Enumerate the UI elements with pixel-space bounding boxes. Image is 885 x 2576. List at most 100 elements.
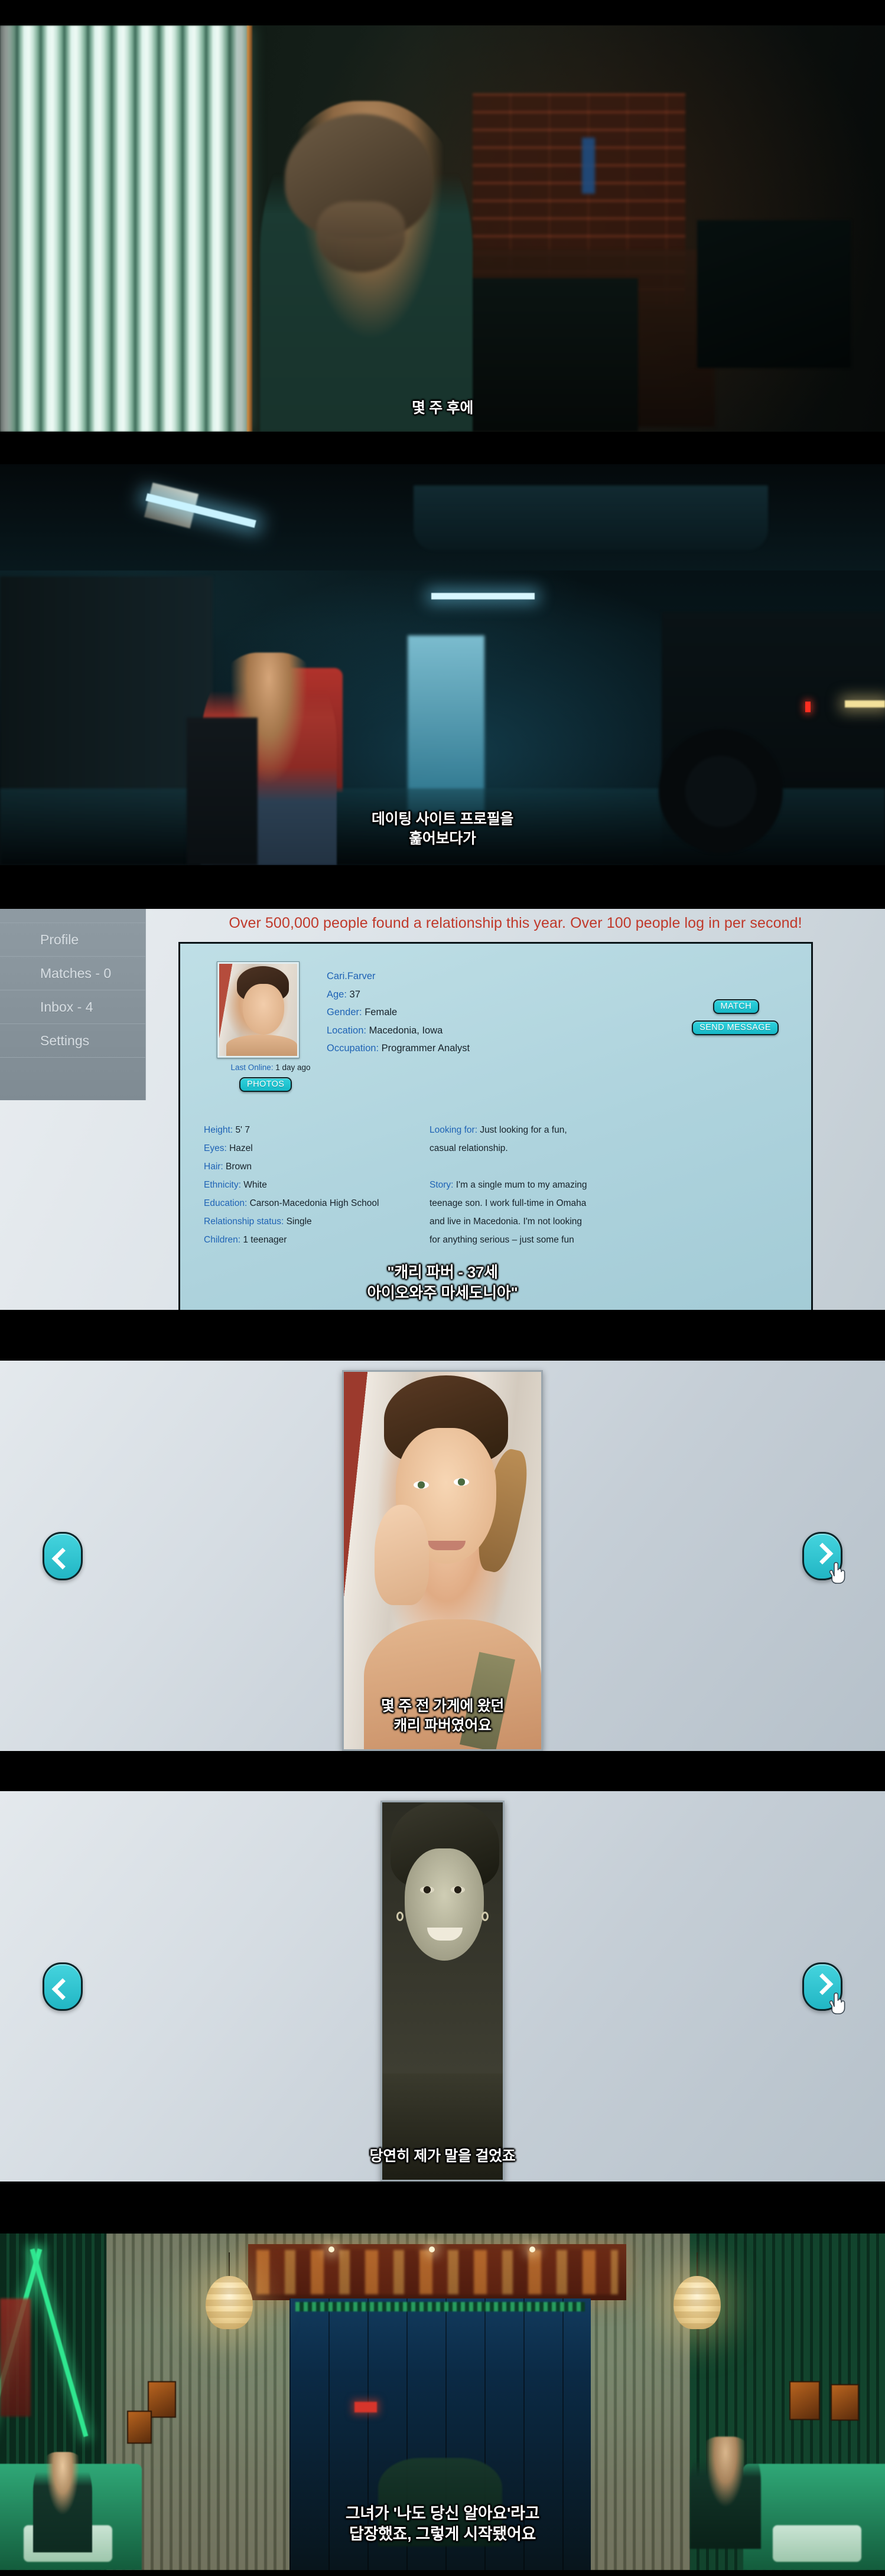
field-age-label: Age: bbox=[327, 989, 347, 1000]
fluorescent-tube-2 bbox=[431, 593, 535, 599]
previous-photo-button[interactable] bbox=[43, 1962, 83, 2011]
field-height: Height: 5' 7 bbox=[204, 1121, 430, 1139]
field-ethnicity-value: White bbox=[243, 1180, 267, 1190]
profile-card: Cari.Farver Age: 37 Gender: Female Locat… bbox=[178, 942, 813, 1310]
chair bbox=[449, 278, 638, 432]
field-children-value: 1 teenager bbox=[243, 1235, 287, 1245]
field-eyes: Eyes: Hazel bbox=[204, 1139, 430, 1157]
photos-button[interactable]: PHOTOS bbox=[239, 1077, 292, 1092]
woman-figure bbox=[33, 2452, 92, 2552]
sidebar-item-matches[interactable]: Matches - 0 bbox=[0, 957, 145, 990]
green-garland bbox=[295, 2302, 585, 2311]
viewer-photo-color[interactable] bbox=[342, 1370, 543, 1751]
letterbox-bottom bbox=[0, 865, 885, 890]
right-column-spacer bbox=[430, 1157, 760, 1176]
chevron-left-icon bbox=[51, 1978, 74, 2000]
photo-shoulder bbox=[226, 1035, 297, 1056]
dating-site-panel: Profile Matches - 0 Inbox - 4 Settings O… bbox=[0, 890, 885, 1320]
diner-scene-image bbox=[0, 2233, 885, 2570]
photo-face bbox=[405, 1848, 484, 1961]
send-message-button[interactable]: SEND MESSAGE bbox=[692, 1020, 779, 1035]
seated-couple bbox=[378, 2458, 502, 2546]
next-photo-button[interactable] bbox=[802, 1962, 845, 2014]
man-jacket bbox=[187, 718, 258, 865]
next-photo-button[interactable] bbox=[802, 1531, 845, 1584]
ceiling-spotlight-3 bbox=[529, 2246, 535, 2252]
profile-photo-frame[interactable] bbox=[217, 961, 300, 1058]
photo-viewer-stage bbox=[0, 1361, 885, 1751]
field-occupation-label: Occupation: bbox=[327, 1043, 379, 1054]
field-education-value: Carson-Macedonia High School bbox=[249, 1198, 379, 1208]
wall-picture-4 bbox=[831, 2384, 859, 2421]
table-right bbox=[773, 2525, 861, 2562]
scene-panel-garage: 데이팅 사이트 프로필을 훑어보다가 bbox=[0, 459, 885, 890]
field-height-label: Height: bbox=[204, 1125, 233, 1135]
sidebar-nav: Profile Matches - 0 Inbox - 4 Settings bbox=[0, 909, 146, 1100]
promo-banner: Over 500,000 people found a relationship… bbox=[229, 915, 802, 931]
red-wall-panel bbox=[0, 2298, 31, 2417]
photo-earring-left bbox=[396, 1912, 404, 1921]
field-relationship-status: Relationship status: Single bbox=[204, 1212, 430, 1231]
field-looking-for-label: Looking for: bbox=[430, 1125, 477, 1135]
photo-viewer-panel-bw: 당연히 제가 말을 걸었죠 bbox=[0, 1751, 885, 2182]
window-blinds bbox=[0, 25, 248, 432]
red-indicator-light bbox=[805, 702, 811, 712]
details-left-column: Height: 5' 7 Eyes: Hazel Hair: Brown Eth… bbox=[204, 1121, 430, 1249]
ceiling-spotlight-1 bbox=[328, 2246, 334, 2252]
field-occupation: Occupation: Programmer Analyst bbox=[327, 1039, 470, 1058]
viewer-photo-bw[interactable] bbox=[380, 1801, 505, 2182]
letterbox-top bbox=[0, 890, 885, 909]
pendant-lamp-right bbox=[669, 2252, 725, 2329]
letterbox-top bbox=[0, 1751, 885, 1791]
blue-object bbox=[582, 138, 595, 194]
photo-eye-right bbox=[454, 1478, 469, 1486]
sidebar-item-profile[interactable]: Profile bbox=[0, 923, 145, 957]
sidebar-item-settings[interactable]: Settings bbox=[0, 1024, 145, 1058]
photo-earring-right bbox=[481, 1912, 489, 1921]
field-location-label: Location: bbox=[327, 1025, 366, 1036]
ceiling-spotlight-2 bbox=[429, 2246, 435, 2252]
details-right-column: Looking for: Just looking for a fun, cas… bbox=[430, 1121, 760, 1249]
field-relationship-status-label: Relationship status: bbox=[204, 1217, 284, 1227]
field-story-value: I'm a single mum to my amazing bbox=[455, 1180, 587, 1190]
last-online-value: 1 day ago bbox=[275, 1063, 311, 1072]
field-hair: Hair: Brown bbox=[204, 1157, 430, 1176]
field-education-label: Education: bbox=[204, 1198, 248, 1208]
field-location-value: Macedonia, Iowa bbox=[369, 1025, 443, 1036]
field-gender-label: Gender: bbox=[327, 1007, 362, 1018]
photo-face bbox=[243, 984, 284, 1035]
field-age-value: 37 bbox=[349, 989, 360, 1000]
tire bbox=[659, 729, 783, 853]
match-button[interactable]: MATCH bbox=[712, 999, 759, 1014]
previous-photo-button[interactable] bbox=[43, 1531, 83, 1580]
field-gender-value: Female bbox=[365, 1007, 398, 1018]
scene-panel-office: 몇 주 후에 bbox=[0, 0, 885, 459]
letterbox-top bbox=[0, 2182, 885, 2233]
profile-details: Height: 5' 7 Eyes: Hazel Hair: Brown Eth… bbox=[204, 1121, 795, 1249]
office-scene-image bbox=[0, 25, 885, 432]
field-eyes-value: Hazel bbox=[229, 1143, 253, 1153]
field-relationship-status-value: Single bbox=[286, 1217, 312, 1227]
cursor-hand-icon bbox=[829, 1992, 845, 2014]
sidebar-item-inbox[interactable]: Inbox - 4 bbox=[0, 990, 145, 1024]
photo-eye-right bbox=[451, 1886, 465, 1893]
lamp-shade bbox=[206, 2276, 253, 2329]
field-height-value: 5' 7 bbox=[235, 1125, 250, 1135]
dating-site-screen: Profile Matches - 0 Inbox - 4 Settings O… bbox=[0, 909, 885, 1310]
field-eyes-label: Eyes: bbox=[204, 1143, 227, 1153]
lit-doorway bbox=[408, 635, 484, 813]
window-frame-edge bbox=[247, 25, 252, 432]
last-online: Last Online: 1 day ago bbox=[203, 1063, 339, 1072]
sidebar-top-spacer bbox=[0, 909, 145, 923]
photo-mouth bbox=[428, 1541, 466, 1550]
photo-eye-left bbox=[414, 1481, 429, 1489]
field-hair-label: Hair: bbox=[204, 1162, 223, 1172]
man-figure-right bbox=[690, 2437, 761, 2549]
field-story-line4: for anything serious – just some fun bbox=[430, 1235, 574, 1245]
letterbox-bottom bbox=[0, 1310, 885, 1320]
profile-header-fields: Cari.Farver Age: 37 Gender: Female Locat… bbox=[327, 967, 470, 1058]
scene-panel-diner: 그녀가 '나도 당신 알아요'라고 답장했죠, 그렇게 시작됐어요 bbox=[0, 2182, 885, 2576]
man-figure bbox=[260, 101, 473, 432]
field-looking-for: Looking for: Just looking for a fun, bbox=[430, 1121, 760, 1139]
photo-body bbox=[364, 1619, 541, 1749]
